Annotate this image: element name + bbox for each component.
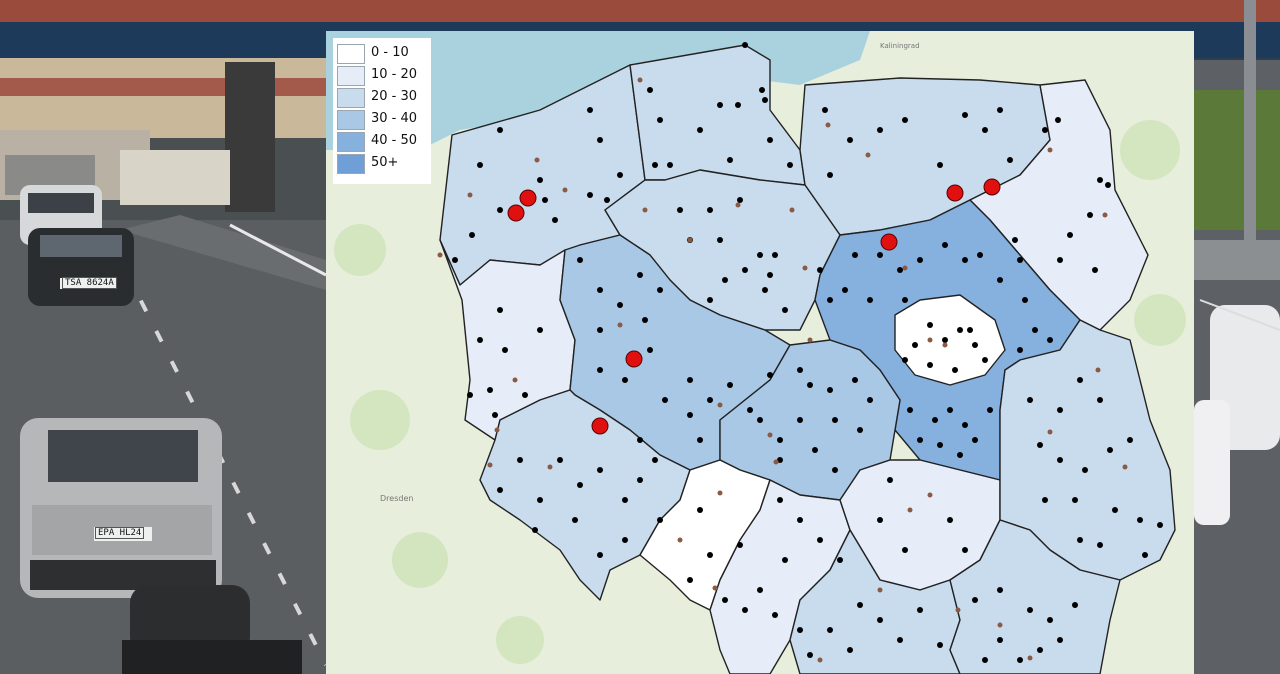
place-label: Dresden [380, 494, 413, 503]
license-plate: EPA HL24 [95, 527, 145, 539]
legend-swatch [337, 88, 365, 108]
legend-swatch [337, 66, 365, 86]
legend-item: 0 - 10 [335, 43, 431, 64]
legend-item: 40 - 50 [335, 131, 431, 152]
legend-label: 0 - 10 [371, 45, 409, 60]
legend-item: 30 - 40 [335, 109, 431, 130]
license-plate: TSA 8624A [62, 277, 117, 289]
map-panel: Dresden Kaliningrad [326, 31, 1194, 674]
legend-item: 20 - 30 [335, 87, 431, 108]
place-label: Kaliningrad [880, 42, 920, 50]
legend-label: 40 - 50 [371, 133, 418, 148]
legend-swatch [337, 110, 365, 130]
legend-label: 10 - 20 [371, 67, 418, 82]
legend-label: 20 - 30 [371, 89, 418, 104]
legend-swatch [337, 44, 365, 64]
legend-swatch [337, 132, 365, 152]
bridge-pillar [225, 62, 275, 212]
legend-label: 30 - 40 [371, 111, 418, 126]
map-legend: 0 - 10 10 - 20 20 - 30 30 - 40 40 - 50 5… [333, 38, 431, 184]
legend-label: 50+ [371, 155, 399, 170]
poland-choropleth-map: Dresden Kaliningrad [326, 31, 1194, 674]
legend-item: 50+ [335, 153, 431, 174]
legend-item: 10 - 20 [335, 65, 431, 86]
trees [1194, 90, 1280, 230]
legend-swatch [337, 154, 365, 174]
